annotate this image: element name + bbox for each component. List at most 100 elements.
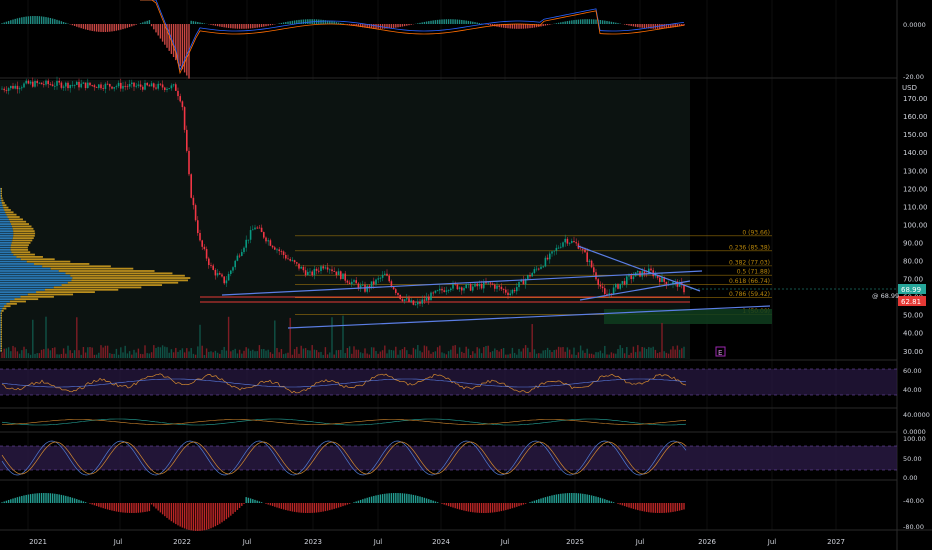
histogram-bar xyxy=(43,493,45,503)
histogram-bar xyxy=(278,503,280,509)
volume-bar xyxy=(370,347,373,358)
histogram-bar xyxy=(441,503,443,504)
candle-body xyxy=(179,96,181,102)
volume-bar xyxy=(502,348,505,358)
histogram-bar xyxy=(379,494,382,503)
candle-body xyxy=(51,84,54,87)
volume-bar xyxy=(388,349,390,358)
macd-pane[interactable]: 0.0000 -20.00 xyxy=(1,0,926,81)
volume-bar xyxy=(439,345,441,358)
volume-bar xyxy=(104,345,107,358)
histogram-pane[interactable]: -40.00 -80.00 xyxy=(1,493,924,531)
macd-histogram-bar xyxy=(216,24,219,27)
candle-body xyxy=(216,273,219,276)
candle-body xyxy=(230,270,232,274)
candle-body xyxy=(219,273,221,275)
histogram-bar xyxy=(230,503,232,516)
histogram-bar xyxy=(601,498,604,503)
volume-profile-up-bar xyxy=(0,307,3,310)
candle-body xyxy=(203,246,206,250)
volume-profile-down-bar xyxy=(12,227,34,230)
candle-body xyxy=(175,84,177,91)
candle-body xyxy=(16,85,19,90)
volume-bar xyxy=(489,352,492,358)
volume-profile-up-bar xyxy=(0,333,1,336)
histogram-bar xyxy=(234,503,236,512)
volume-profile-up-bar xyxy=(0,187,1,190)
time-axis[interactable]: 2021 Jul 2022 Jul 2023 Jul 2024 Jul 2025 Jul 2026 J… xyxy=(29,538,845,546)
candle-body xyxy=(254,227,256,230)
volume-profile-up-bar xyxy=(0,232,14,235)
histogram-bar xyxy=(590,495,593,503)
macd-histogram-bar xyxy=(144,21,146,24)
volume-bar xyxy=(494,348,496,358)
macd-histogram-bar xyxy=(47,17,49,24)
histogram-bar xyxy=(302,503,305,513)
macd-histogram-bar xyxy=(265,24,267,27)
histogram-bar xyxy=(485,503,487,513)
candle-body xyxy=(588,260,591,262)
stochastic-pane[interactable]: 100.00 50.00 0.00 xyxy=(0,435,926,482)
volume-bar xyxy=(47,348,49,358)
price-tick-label: 130.00 xyxy=(903,167,928,175)
candle-body xyxy=(247,239,250,241)
macd-histogram-bar xyxy=(249,24,252,29)
stoch-band xyxy=(0,446,897,470)
histogram-bar xyxy=(225,503,228,520)
volume-profile-up-bar xyxy=(0,256,17,258)
macd-histogram-bar xyxy=(78,24,80,28)
volume-bar xyxy=(60,353,63,358)
target-zone[interactable] xyxy=(604,309,772,324)
candle-body xyxy=(584,249,586,253)
macd-histogram-bar xyxy=(148,20,151,24)
candle-body xyxy=(439,288,441,291)
volume-bar xyxy=(91,347,93,358)
volume-bar xyxy=(601,353,604,358)
volume-bar xyxy=(412,347,415,358)
volume-bar xyxy=(639,351,641,358)
histogram-bar xyxy=(34,493,36,503)
macd-histogram-bar xyxy=(271,24,274,25)
macd-histogram-bar xyxy=(375,24,377,29)
volume-bar xyxy=(221,349,223,358)
macd-histogram-bar xyxy=(320,19,322,24)
candle-body xyxy=(102,88,104,90)
macd-histogram-bar xyxy=(203,23,206,24)
candle-body xyxy=(313,268,316,276)
histogram-bar xyxy=(205,503,208,530)
price-scale[interactable]: 170.00 160.00 150.00 140.00 130.00 120.00 110.… xyxy=(903,95,928,356)
histogram-bar xyxy=(227,503,230,518)
volume-profile-up-bar xyxy=(0,213,7,216)
volume-profile-down-bar xyxy=(9,300,26,303)
volume-bar xyxy=(254,351,256,358)
histogram-bar xyxy=(208,503,210,530)
histogram-bar xyxy=(511,503,514,509)
volume-bar xyxy=(252,349,254,358)
candle-body xyxy=(590,260,593,268)
candle-body xyxy=(560,246,562,248)
volume-bar xyxy=(276,348,278,358)
rsi-pane[interactable]: 60.00 40.00 xyxy=(0,367,922,396)
candle-body xyxy=(571,241,573,243)
volume-bar xyxy=(300,345,302,358)
histogram-bar xyxy=(216,503,219,526)
volume-profile-up-bar xyxy=(0,298,15,301)
histogram-bar xyxy=(443,503,445,505)
macd-histogram-bar xyxy=(564,21,566,24)
macd-histogram-bar xyxy=(38,16,41,24)
volume-bar xyxy=(45,316,47,358)
volume-bar xyxy=(230,351,232,358)
volume-bar xyxy=(260,349,263,358)
earnings-event-marker[interactable]: E xyxy=(715,346,726,357)
currency-label[interactable]: USD xyxy=(902,84,917,92)
histogram-bar xyxy=(546,496,549,503)
histogram-bar xyxy=(623,503,626,507)
macd-histogram-bar xyxy=(243,24,245,29)
histogram-bar xyxy=(423,497,426,503)
macd-histogram-bar xyxy=(513,24,516,29)
histogram-bar xyxy=(181,503,184,528)
macd-histogram-bar xyxy=(232,24,234,29)
trading-chart[interactable]: 0 (93.66) 0.236 (85.38) 0.382 (77.03) 0.5 (… xyxy=(0,0,932,550)
volume-bar xyxy=(546,347,549,358)
candle-body xyxy=(10,85,12,89)
